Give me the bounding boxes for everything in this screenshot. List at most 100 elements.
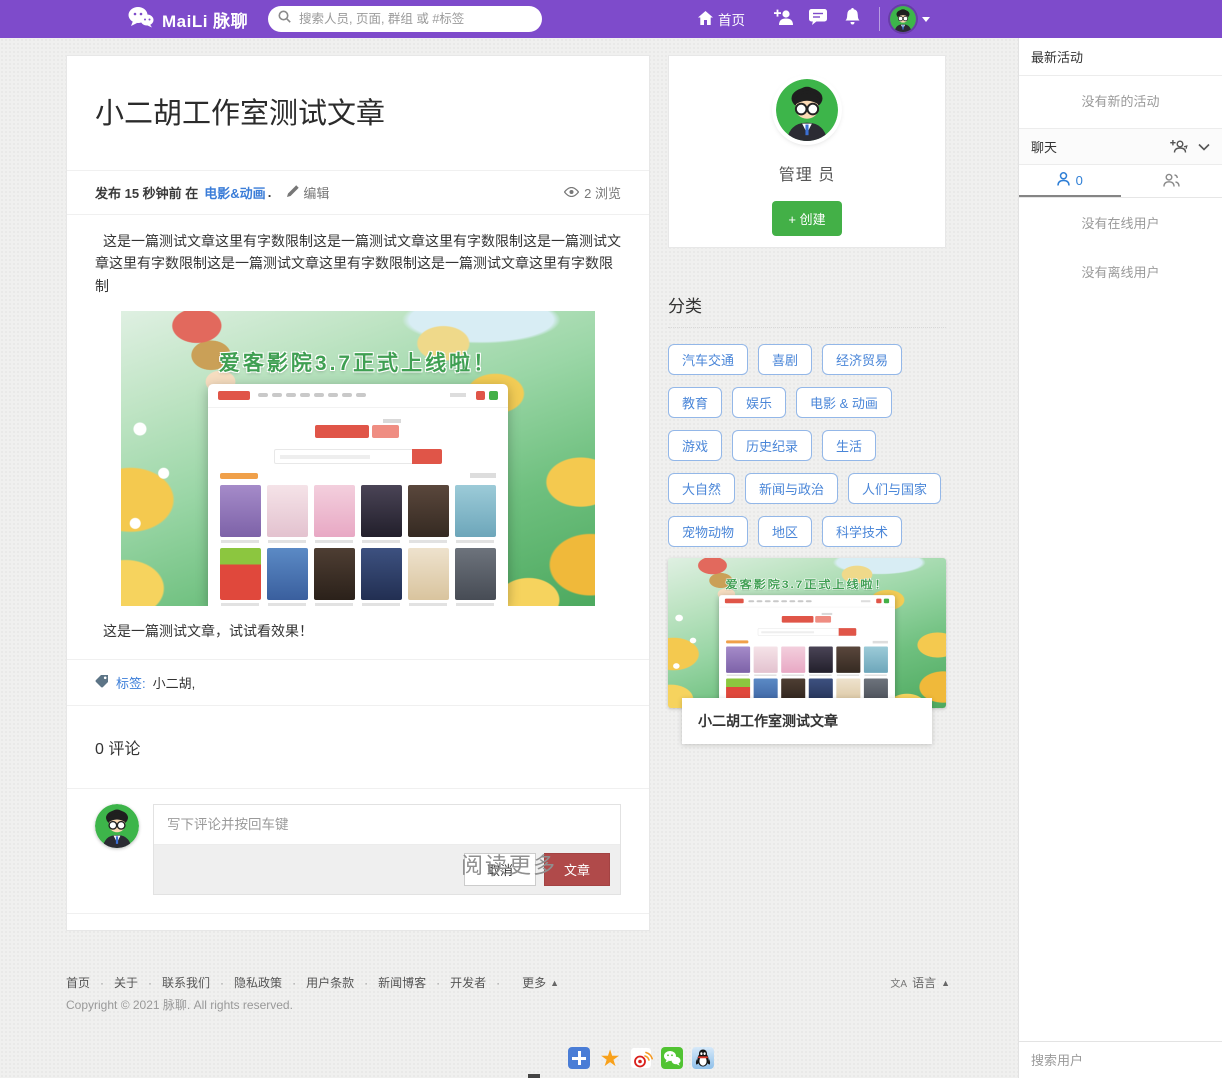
nav-messages[interactable] <box>801 0 835 38</box>
category-chip[interactable]: 人们与国家 <box>848 473 941 504</box>
category-chip[interactable]: 历史纪录 <box>732 430 812 461</box>
caret-up-icon: ▲ <box>941 978 950 988</box>
create-button[interactable]: + 创建 <box>772 201 841 236</box>
top-navbar: MaiLi 脉聊 首页 <box>0 0 1222 38</box>
category-chip-list: 汽车交通 喜剧 经济贸易 教育 娱乐 电影 & 动画 游戏 历史纪录 生活 大自… <box>668 344 946 590</box>
cut-off-element <box>528 1074 540 1078</box>
movie-poster <box>314 548 355 600</box>
nav-add-friends[interactable] <box>767 0 801 38</box>
profile-name[interactable]: 管理 员 <box>669 161 945 185</box>
mini-site-search <box>758 628 857 636</box>
category-chip[interactable]: 宠物动物 <box>668 516 748 547</box>
nav-home[interactable]: 首页 <box>698 9 745 29</box>
promoted-article-card[interactable]: 爱客影院3.7正式上线啦！ <box>668 558 946 744</box>
article-title: 小二胡工作室测试文章 <box>67 75 649 150</box>
category-chip[interactable]: 喜剧 <box>758 344 812 375</box>
chat-tabs: 0 <box>1019 165 1222 198</box>
divider <box>67 788 649 789</box>
category-chip[interactable]: 经济贸易 <box>822 344 902 375</box>
article-closing-line: 这是一篇测试文章，试试看效果！ <box>95 621 621 641</box>
published-label: 发布 15 秒钟前 在 <box>95 183 198 202</box>
category-chip[interactable]: 生活 <box>822 430 876 461</box>
category-chip[interactable]: 科学技术 <box>822 516 902 547</box>
no-online-users-message: 没有在线用户 <box>1019 198 1222 247</box>
category-chip[interactable]: 电影 & 动画 <box>796 387 892 418</box>
avatar[interactable] <box>776 79 838 141</box>
category-chip[interactable]: 大自然 <box>668 473 735 504</box>
promo-artwork: 爱客影院3.7正式上线啦！ <box>121 311 595 606</box>
footer-link[interactable]: 新闻博客 <box>378 974 450 991</box>
bell-icon <box>845 8 860 30</box>
mini-website-screenshot <box>719 595 895 708</box>
comments-heading: 0 评论 <box>67 722 649 772</box>
movie-poster <box>726 646 750 672</box>
brand[interactable]: MaiLi 脉聊 <box>128 0 248 38</box>
share-more-icon[interactable] <box>568 1047 590 1069</box>
movie-poster <box>361 485 402 537</box>
article-card: 小二胡工作室测试文章 发布 15 秒钟前 在 电影&动画 . 编辑 2 浏览 这… <box>66 55 650 931</box>
category-chip[interactable]: 地区 <box>758 516 812 547</box>
footer-more-menu[interactable]: 更多 ▲ <box>522 974 559 991</box>
category-link[interactable]: 电影&动画 <box>204 183 265 202</box>
comment-input[interactable] <box>154 805 620 845</box>
avatar <box>890 6 916 32</box>
footer-link[interactable]: 关于 <box>114 974 162 991</box>
chat-icon <box>809 9 827 30</box>
article-body: 这是一篇测试文章这里有字数限制这是一篇测试文章这里有字数限制这是一篇测试文章这里… <box>95 230 621 298</box>
tag-value[interactable]: 小二胡, <box>153 673 196 692</box>
category-chip[interactable]: 汽车交通 <box>668 344 748 375</box>
mini-site-logo <box>315 419 401 441</box>
mini-website-screenshot <box>208 384 508 606</box>
footer-link[interactable]: 用户条款 <box>306 974 378 991</box>
tags-label[interactable]: 标签: <box>116 673 146 692</box>
nav-notifications[interactable] <box>835 0 869 38</box>
tab-group-chats[interactable] <box>1121 165 1222 197</box>
category-chip[interactable]: 娱乐 <box>732 387 786 418</box>
category-chip[interactable]: 游戏 <box>668 430 722 461</box>
qzone-icon[interactable]: ★ <box>599 1047 621 1069</box>
footer-link[interactable]: 开发者 <box>450 974 510 991</box>
wechat-icon[interactable] <box>661 1047 683 1069</box>
copyright: Copyright © 2021 脉聊. All rights reserved… <box>66 996 293 1013</box>
footer-link[interactable]: 隐私政策 <box>234 974 306 991</box>
image-headline-text: 爱客影院3.7正式上线啦！ <box>121 347 595 377</box>
profile-card: 管理 员 + 创建 <box>668 55 946 248</box>
footer-link[interactable]: 联系我们 <box>162 974 234 991</box>
image-headline-text: 爱客影院3.7正式上线啦！ <box>668 576 946 591</box>
nav-user-menu[interactable] <box>890 6 930 32</box>
tags-row: 标签: 小二胡, <box>67 660 649 705</box>
promoted-article-title[interactable]: 小二胡工作室测试文章 <box>682 698 932 744</box>
movie-poster <box>408 485 449 537</box>
edit-label: 编辑 <box>303 183 329 202</box>
translate-icon: 文A <box>890 975 907 990</box>
promo-artwork: 爱客影院3.7正式上线啦！ <box>668 558 946 708</box>
latest-activity-header: 最新活动 <box>1019 38 1222 76</box>
edit-link[interactable]: 编辑 <box>287 183 329 202</box>
user-search-input[interactable] <box>1019 1042 1222 1078</box>
category-chip[interactable]: 新闻与政治 <box>745 473 838 504</box>
movie-poster <box>220 548 261 600</box>
pencil-icon <box>287 185 299 200</box>
read-more-button[interactable]: 阅读更多 <box>0 848 1018 880</box>
movie-poster <box>455 548 496 600</box>
search-input[interactable] <box>297 11 532 27</box>
tab-online-users[interactable]: 0 <box>1019 165 1121 197</box>
chevron-down-icon[interactable] <box>1198 143 1210 151</box>
tag-icon <box>95 674 109 691</box>
global-search[interactable] <box>268 6 542 32</box>
divider <box>67 705 649 706</box>
qq-icon[interactable] <box>692 1047 714 1069</box>
add-group-chat-icon[interactable] <box>1170 140 1188 153</box>
categories-section: 分类 汽车交通 喜剧 经济贸易 教育 娱乐 电影 & 动画 游戏 历史纪录 生活… <box>668 292 946 590</box>
article-meta: 发布 15 秒钟前 在 电影&动画 . 编辑 2 浏览 <box>67 171 649 214</box>
footer-link[interactable]: 首页 <box>66 974 114 991</box>
top-nav-actions: 首页 <box>698 0 930 38</box>
weibo-icon[interactable] <box>630 1047 652 1069</box>
article-image: 爱客影院3.7正式上线啦！ <box>121 311 595 606</box>
person-icon <box>1057 172 1070 189</box>
category-chip[interactable]: 教育 <box>668 387 722 418</box>
language-selector[interactable]: 文A 语言 ▲ <box>890 974 950 991</box>
brand-name: MaiLi 脉聊 <box>162 7 248 32</box>
mini-site-navbar <box>719 595 895 607</box>
online-count: 0 <box>1076 173 1083 188</box>
